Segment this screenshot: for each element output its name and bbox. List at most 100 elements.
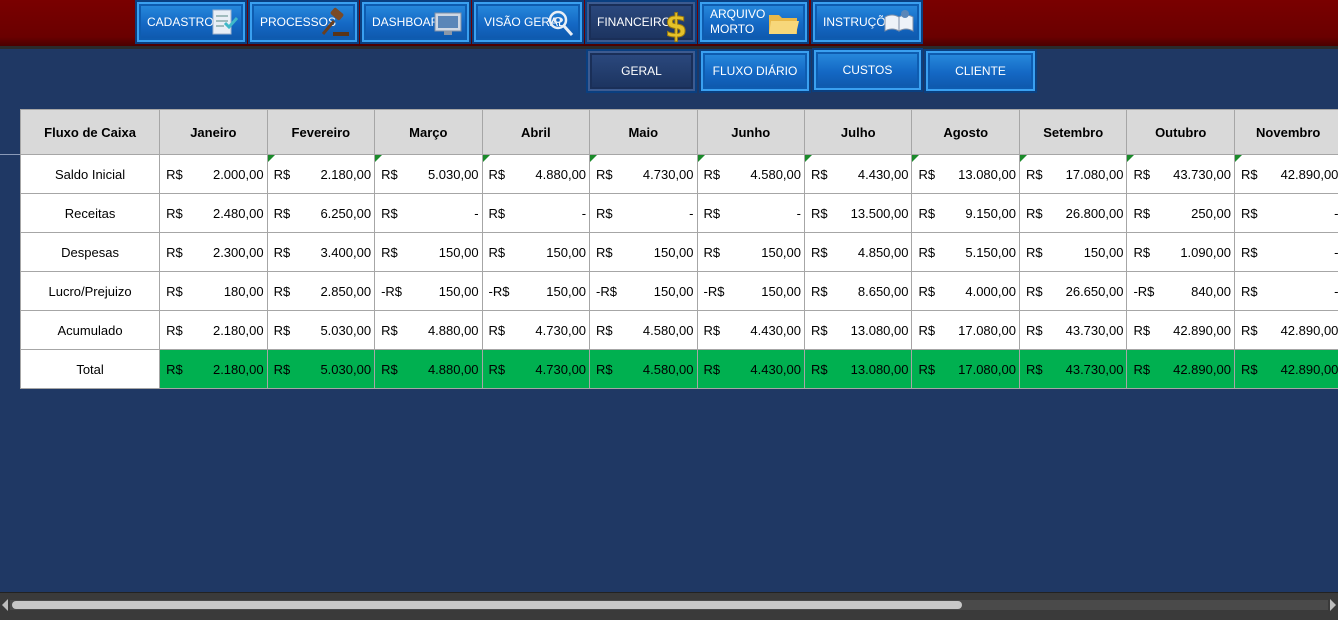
cell-value: -	[474, 206, 478, 221]
table-cell[interactable]: R$4.580,00	[590, 311, 697, 350]
divider	[0, 154, 20, 155]
table-cell[interactable]: R$43.730,00	[1019, 350, 1126, 389]
subnav-cliente-button[interactable]: CLIENTE	[924, 49, 1037, 93]
table-cell[interactable]: R$150,00	[590, 233, 697, 272]
nav-financeiro-button[interactable]: FINANCEIRO $	[585, 0, 697, 44]
table-cell[interactable]: R$2.180,00	[267, 155, 374, 194]
table-cell[interactable]: R$150,00	[697, 233, 804, 272]
table-cell[interactable]: R$6.250,00	[267, 194, 374, 233]
table-cell[interactable]: R$250,00	[1127, 194, 1234, 233]
currency-symbol: R$	[1241, 167, 1258, 182]
table-cell[interactable]: R$4.430,00	[697, 350, 804, 389]
table-cell[interactable]: R$5.150,00	[912, 233, 1019, 272]
table-cell[interactable]: R$43.730,00	[1127, 155, 1234, 194]
table-cell[interactable]: R$5.030,00	[267, 311, 374, 350]
table-cell[interactable]: R$4.730,00	[482, 311, 589, 350]
currency-symbol: R$	[704, 323, 721, 338]
table-cell[interactable]: R$180,00	[160, 272, 267, 311]
horizontal-scrollbar[interactable]	[0, 592, 1338, 620]
subnav-custos-button[interactable]: CUSTOS	[812, 48, 923, 92]
table-cell[interactable]: R$5.030,00	[267, 350, 374, 389]
table-cell[interactable]: R$17.080,00	[912, 350, 1019, 389]
table-cell[interactable]: R$26.800,00	[1019, 194, 1126, 233]
table-cell[interactable]: R$17.080,00	[1019, 155, 1126, 194]
currency-label: R$	[918, 323, 935, 338]
table-cell[interactable]: -R$840,00	[1127, 272, 1234, 311]
table-cell[interactable]: R$43.730,00	[1019, 311, 1126, 350]
table-cell[interactable]: R$-	[1234, 233, 1338, 272]
table-cell[interactable]: R$42.890,00	[1127, 350, 1234, 389]
table-cell[interactable]: R$4.880,00	[375, 350, 482, 389]
table-cell[interactable]: R$42.890,00	[1234, 155, 1338, 194]
book-icon	[883, 7, 915, 42]
table-cell[interactable]: R$42.890,00	[1234, 311, 1338, 350]
table-cell[interactable]: -R$150,00	[697, 272, 804, 311]
cell-value: 4.430,00	[750, 362, 801, 377]
month-header: Novembro	[1234, 110, 1338, 155]
table-cell[interactable]: R$4.730,00	[590, 155, 697, 194]
table-cell[interactable]: R$4.430,00	[697, 311, 804, 350]
table-cell[interactable]: R$4.730,00	[482, 350, 589, 389]
currency-label: R$	[704, 167, 721, 182]
nav-instrucoes-button[interactable]: INSTRUÇÕES	[811, 0, 923, 44]
currency-symbol: R$	[596, 167, 613, 182]
nav-dashboard-button[interactable]: DASHBOARD	[360, 0, 471, 44]
table-cell[interactable]: R$2.850,00	[267, 272, 374, 311]
table-cell[interactable]: R$150,00	[1019, 233, 1126, 272]
corner-header: Fluxo de Caixa	[21, 110, 160, 155]
table-cell[interactable]: R$8.650,00	[805, 272, 912, 311]
table-cell[interactable]: R$4.880,00	[482, 155, 589, 194]
table-cell[interactable]: R$13.080,00	[805, 311, 912, 350]
currency-symbol: R$	[381, 362, 398, 377]
nav-cadastro-button[interactable]: CADASTRO	[135, 0, 247, 44]
table-cell[interactable]: R$4.850,00	[805, 233, 912, 272]
scroll-thumb[interactable]	[12, 601, 962, 609]
scroll-left-icon[interactable]	[2, 599, 8, 611]
scroll-right-icon[interactable]	[1330, 599, 1336, 611]
table-cell[interactable]: R$4.580,00	[697, 155, 804, 194]
nav-arquivo-morto-button[interactable]: ARQUIVO MORTO	[698, 0, 809, 44]
table-cell[interactable]: R$1.090,00	[1127, 233, 1234, 272]
table-cell[interactable]: R$-	[697, 194, 804, 233]
table-cell[interactable]: R$-	[1234, 194, 1338, 233]
table-cell[interactable]: R$13.080,00	[912, 155, 1019, 194]
table-cell[interactable]: -R$150,00	[482, 272, 589, 311]
table-cell[interactable]: R$4.880,00	[375, 311, 482, 350]
table-cell[interactable]: R$150,00	[375, 233, 482, 272]
table-cell[interactable]: R$150,00	[482, 233, 589, 272]
table-cell[interactable]: R$13.080,00	[805, 350, 912, 389]
table-cell[interactable]: R$13.500,00	[805, 194, 912, 233]
table-cell[interactable]: R$2.480,00	[160, 194, 267, 233]
table-cell[interactable]: R$-	[590, 194, 697, 233]
table-cell[interactable]: -R$150,00	[375, 272, 482, 311]
table-cell[interactable]: R$4.000,00	[912, 272, 1019, 311]
table-cell[interactable]: R$2.300,00	[160, 233, 267, 272]
table-cell[interactable]: R$-	[375, 194, 482, 233]
table-cell[interactable]: R$26.650,00	[1019, 272, 1126, 311]
currency-label: R$	[811, 206, 828, 221]
cell-value: 43.730,00	[1173, 167, 1231, 182]
table-cell[interactable]: R$-	[482, 194, 589, 233]
subnav-geral-button[interactable]: GERAL	[586, 49, 697, 93]
table-cell[interactable]: R$42.890,00	[1234, 350, 1338, 389]
table-cell[interactable]: R$2.180,00	[160, 311, 267, 350]
table-cell[interactable]: R$-	[1234, 272, 1338, 311]
cell-value: 26.800,00	[1066, 206, 1124, 221]
table-cell[interactable]: R$2.180,00	[160, 350, 267, 389]
table-cell[interactable]: R$42.890,00	[1127, 311, 1234, 350]
table-cell[interactable]: R$9.150,00	[912, 194, 1019, 233]
table-cell[interactable]: -R$150,00	[590, 272, 697, 311]
nav-visao-geral-button[interactable]: VISÃO GERAL	[472, 0, 584, 44]
table-cell[interactable]: R$5.030,00	[375, 155, 482, 194]
table-cell[interactable]: R$4.580,00	[590, 350, 697, 389]
table-cell[interactable]: R$17.080,00	[912, 311, 1019, 350]
table-cell[interactable]: R$2.000,00	[160, 155, 267, 194]
subnav-fluxo-diario-button[interactable]: FLUXO DIÁRIO	[699, 49, 811, 93]
nav-processos-button[interactable]: PROCESSOS	[248, 0, 359, 44]
currency-symbol: R$	[166, 245, 183, 260]
row-label: Despesas	[21, 233, 160, 272]
table-cell[interactable]: R$3.400,00	[267, 233, 374, 272]
currency-label: R$	[596, 362, 613, 377]
currency-label: R$	[274, 284, 291, 299]
table-cell[interactable]: R$4.430,00	[805, 155, 912, 194]
